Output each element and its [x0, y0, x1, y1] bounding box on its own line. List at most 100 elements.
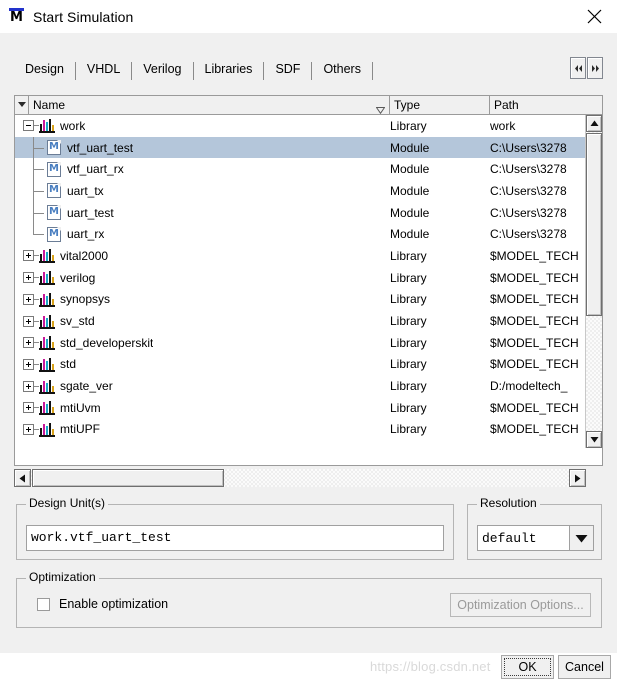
table-row[interactable]: std_developerskit Library $MODEL_TECH [15, 332, 586, 354]
ok-button[interactable]: OK [501, 655, 554, 679]
row-type-cell: Library [390, 400, 427, 415]
table-row[interactable]: vtf_uart_rx Module C:\Users\3278 [15, 158, 586, 181]
expand-icon[interactable] [23, 250, 34, 262]
table-row[interactable]: std Library $MODEL_TECH [15, 354, 586, 376]
expand-icon[interactable] [23, 402, 34, 414]
expand-icon[interactable] [23, 380, 34, 392]
tab-strip: Design VHDL Verilog Libraries SDF Others [14, 55, 373, 81]
row-name-label: vital2000 [60, 248, 109, 263]
table-row[interactable]: vital2000 Library $MODEL_TECH [15, 245, 586, 267]
row-path-cell: $MODEL_TECH [490, 248, 579, 263]
chevron-right-icon[interactable] [587, 57, 603, 79]
table-row[interactable]: uart_test Module C:\Users\3278 [15, 201, 586, 224]
header-menu-icon[interactable] [15, 96, 29, 114]
expand-icon[interactable] [23, 423, 34, 435]
tab-sdf[interactable]: SDF [264, 57, 313, 81]
expand-icon[interactable] [23, 293, 34, 305]
table-row[interactable]: uart_tx Module C:\Users\3278 [15, 180, 586, 202]
table-row[interactable]: synopsys Library $MODEL_TECH [15, 289, 586, 311]
optimization-title: Optimization [26, 571, 99, 583]
table-row[interactable]: mtiUvm Library $MODEL_TECH [15, 397, 586, 419]
row-name-label: verilog [60, 270, 96, 285]
column-header-path[interactable]: Path [490, 96, 602, 114]
row-name-cell: sgate_ver [15, 375, 390, 397]
expand-icon[interactable] [23, 358, 34, 370]
scroll-down-icon[interactable] [586, 431, 602, 448]
row-name-label: uart_test [67, 205, 114, 220]
table-row[interactable]: sv_std Library $MODEL_TECH [15, 310, 586, 332]
horizontal-scrollbar-thumb[interactable] [32, 469, 224, 487]
tab-verilog-label: Verilog [143, 62, 182, 76]
library-icon [39, 292, 55, 307]
library-icon [39, 314, 55, 329]
tab-libraries[interactable]: Libraries [193, 57, 265, 81]
row-name-cell: vtf_uart_rx [15, 158, 390, 181]
row-name-label: mtiUPF [60, 422, 100, 437]
optimization-options-button[interactable]: Optimization Options... [450, 593, 591, 617]
resolution-select[interactable]: default [477, 525, 594, 551]
dialog-body: Design VHDL Verilog Libraries SDF Others [0, 33, 617, 679]
expand-icon[interactable] [23, 272, 34, 284]
table-row[interactable]: mtiUPF Library $MODEL_TECH [15, 419, 586, 441]
design-unit-input[interactable]: work.vtf_uart_test [26, 525, 444, 551]
column-header-type[interactable]: Type [390, 96, 490, 114]
tab-underline [14, 80, 603, 81]
row-type-cell: Module [390, 140, 430, 155]
row-type-cell: Module [390, 162, 430, 177]
column-header-name-label: Name [33, 98, 66, 112]
chevron-left-icon[interactable] [570, 57, 586, 79]
row-path-cell: C:\Users\3278 [490, 183, 567, 198]
tree-connector [23, 223, 47, 245]
row-name-label: std_developerskit [60, 335, 154, 350]
row-path-cell: $MODEL_TECH [490, 270, 579, 285]
resolution-group: Resolution default [467, 497, 602, 560]
cancel-button-label: Cancel [565, 660, 604, 674]
close-icon[interactable] [571, 0, 617, 33]
table-row[interactable]: verilog Library $MODEL_TECH [15, 267, 586, 289]
scroll-right-icon[interactable] [569, 469, 586, 487]
vertical-scrollbar-thumb[interactable] [586, 133, 602, 316]
tab-design[interactable]: Design [14, 57, 76, 81]
enable-optimization-checkbox-row[interactable]: Enable optimization [37, 597, 168, 611]
tab-design-label: Design [25, 62, 64, 76]
tab-vhdl[interactable]: VHDL [75, 57, 133, 81]
tab-scroll-buttons [570, 57, 603, 79]
watermark: https://blog.csdn.net [370, 659, 491, 674]
library-icon [39, 422, 55, 437]
tab-libraries-label: Libraries [204, 62, 253, 76]
expand-icon[interactable] [23, 315, 34, 327]
table-row[interactable]: uart_rx Module C:\Users\3278 [15, 223, 586, 245]
row-name-cell: vtf_uart_test [15, 136, 390, 159]
table-row[interactable]: sgate_ver Library D:/modeltech_ [15, 375, 586, 397]
chevron-down-icon[interactable] [569, 526, 593, 550]
library-icon [39, 357, 55, 372]
expand-icon[interactable] [23, 337, 34, 349]
vertical-scrollbar[interactable] [585, 115, 602, 448]
row-type-cell: Module [390, 183, 430, 198]
design-tree[interactable]: Name Type Path work Library work vtf_uart_t… [14, 95, 603, 466]
row-name-cell: synopsys [15, 289, 390, 311]
column-header-name[interactable]: Name [29, 96, 390, 114]
tab-others[interactable]: Others [312, 57, 373, 81]
row-name-label: synopsys [60, 292, 111, 307]
scroll-left-icon[interactable] [14, 469, 31, 487]
table-row[interactable]: work Library work [15, 115, 586, 137]
scroll-up-icon[interactable] [586, 115, 602, 132]
enable-optimization-checkbox[interactable] [37, 597, 50, 611]
collapse-icon[interactable] [23, 120, 34, 132]
row-name-cell: work [15, 115, 390, 137]
horizontal-scrollbar[interactable] [14, 469, 603, 487]
cancel-button[interactable]: Cancel [558, 655, 611, 679]
module-icon [47, 140, 61, 156]
row-type-cell: Module [390, 227, 430, 242]
tab-verilog[interactable]: Verilog [132, 57, 194, 81]
tree-connector [23, 201, 47, 224]
table-row[interactable]: vtf_uart_test Module C:\Users\3278 [15, 136, 586, 159]
row-name-cell: vital2000 [15, 245, 390, 267]
